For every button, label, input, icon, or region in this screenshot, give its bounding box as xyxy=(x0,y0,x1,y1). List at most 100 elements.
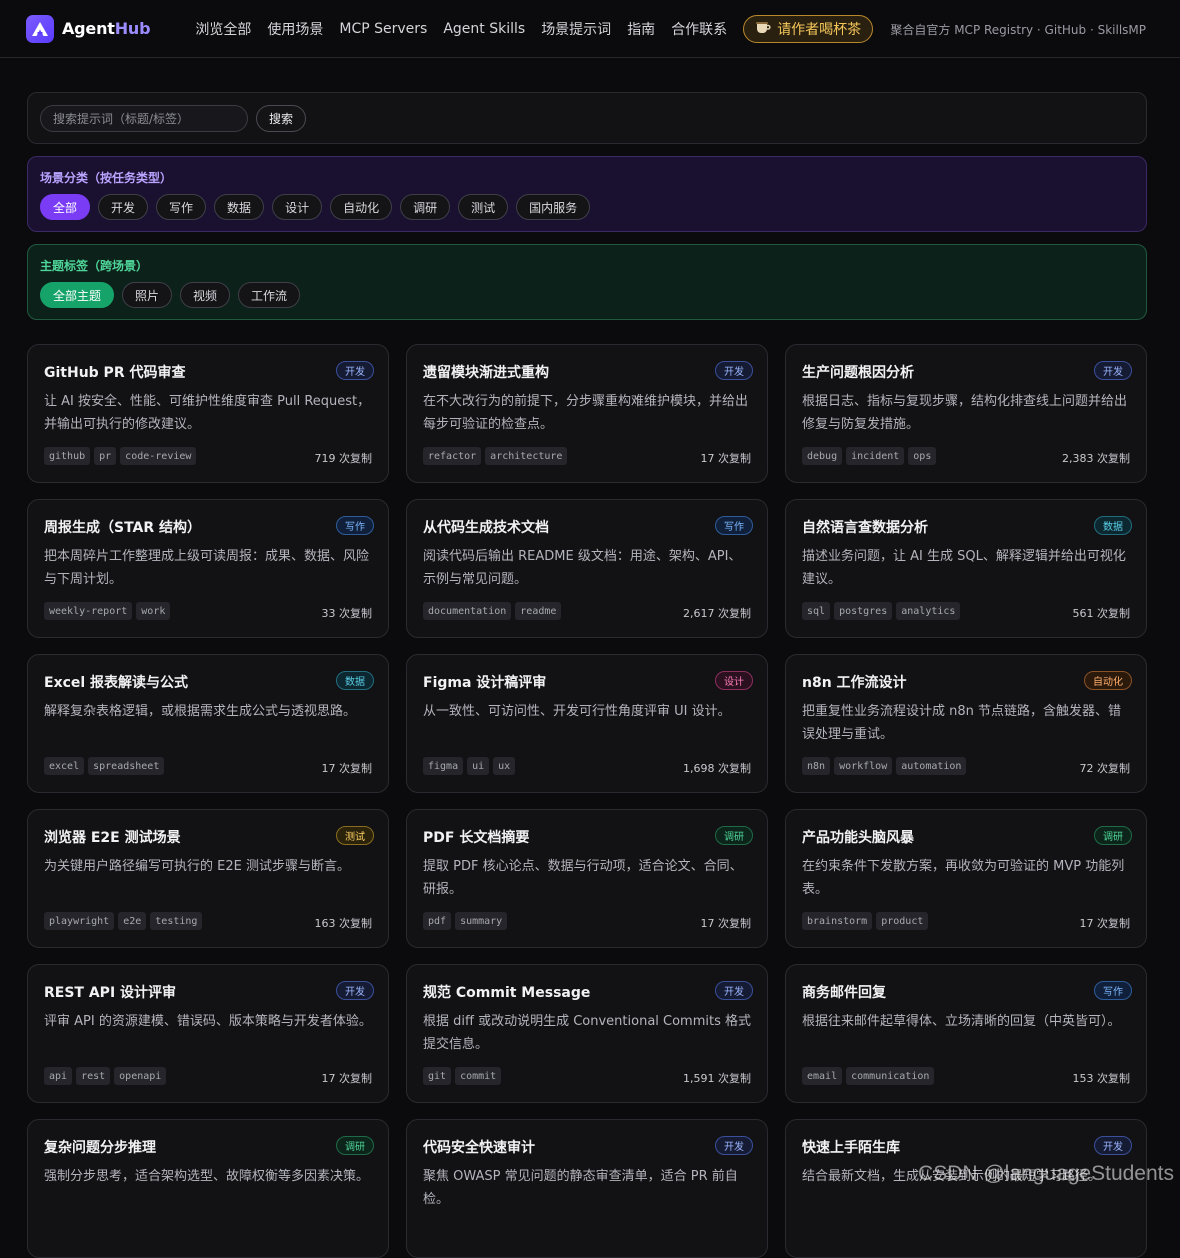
prompt-card[interactable]: 规范 Commit Message 开发 根据 diff 或改动说明生成 Conve… xyxy=(406,964,768,1103)
tag[interactable]: postgres xyxy=(834,602,893,620)
tag[interactable]: pdf xyxy=(423,912,452,930)
tag[interactable]: workflow xyxy=(834,757,893,775)
tag[interactable]: code-review xyxy=(120,447,197,465)
tag[interactable]: email xyxy=(802,1067,843,1085)
prompt-card[interactable]: 生产问题根因分析 开发 根据日志、指标与复现步骤，结构化排查线上问题并给出修复与防复… xyxy=(785,344,1147,483)
prompt-card[interactable]: 产品功能头脑风暴 调研 在约束条件下发散方案，再收敛为可验证的 MVP 功能列表。 b… xyxy=(785,809,1147,948)
prompt-card[interactable]: 代码安全快速审计 开发 聚焦 OWASP 常见问题的静态审查清单，适合 PR 前自检… xyxy=(406,1119,768,1258)
tag[interactable]: commit xyxy=(455,1067,502,1085)
prompt-card[interactable]: REST API 设计评审 开发 评审 API 的资源建模、错误码、版本策略与开发者… xyxy=(27,964,389,1103)
tag[interactable]: playwright xyxy=(44,912,115,930)
tag[interactable]: product xyxy=(876,912,929,930)
card-description: 让 AI 按安全、性能、可维护性维度审查 Pull Request，并输出可执行… xyxy=(44,394,371,432)
nav-use-cases[interactable]: 使用场景 xyxy=(267,19,323,39)
tag[interactable]: brainstorm xyxy=(802,912,873,930)
nav-browse-all[interactable]: 浏览全部 xyxy=(195,19,251,39)
card-description: 把重复性业务流程设计成 n8n 节点链路，含触发器、错误处理与重试。 xyxy=(802,704,1122,742)
scene-filter-panel: 场景分类（按任务类型） 全部 开发 写作 数据 设计 自动化 调研 测试 国内服… xyxy=(27,156,1147,232)
tag[interactable]: ops xyxy=(908,447,937,465)
tag[interactable]: testing xyxy=(150,912,203,930)
tag-list: debug incident ops xyxy=(802,447,937,465)
tag[interactable]: readme xyxy=(515,602,562,620)
tag[interactable]: rest xyxy=(76,1067,111,1085)
tag[interactable]: work xyxy=(136,602,171,620)
prompt-card[interactable]: 遗留模块渐进式重构 开发 在不大改行为的前提下，分步骤重构难维护模块，并给出每步可验… xyxy=(406,344,768,483)
card-title: 代码安全快速审计 xyxy=(423,1140,535,1156)
card-description: 在不大改行为的前提下，分步骤重构难维护模块，并给出每步可验证的检查点。 xyxy=(423,394,749,432)
scene-chip-design[interactable]: 设计 xyxy=(272,194,323,220)
tag[interactable]: git xyxy=(423,1067,452,1085)
search-button[interactable]: 搜索 xyxy=(256,105,306,132)
tag[interactable]: ui xyxy=(467,757,490,775)
search-input[interactable] xyxy=(40,105,248,132)
scene-chip-dev[interactable]: 开发 xyxy=(98,194,149,220)
prompt-card[interactable]: PDF 长文档摘要 调研 提取 PDF 核心论点、数据与行动项，适合论文、合同、研报… xyxy=(406,809,768,948)
prompt-card[interactable]: 浏览器 E2E 测试场景 测试 为关键用户路径编写可执行的 E2E 测试步骤与断言。… xyxy=(27,809,389,948)
tag[interactable]: summary xyxy=(455,912,508,930)
tag[interactable]: weekly-report xyxy=(44,602,133,620)
prompt-card[interactable]: 复杂问题分步推理 调研 强制分步思考，适合架构选型、故障权衡等多因素决策。 xyxy=(27,1119,389,1258)
sources-note: 聚合自官方 MCP Registry · GitHub · SkillsMP xyxy=(890,23,1146,37)
prompt-card[interactable]: 商务邮件回复 写作 根据往来邮件起草得体、立场清晰的回复（中英皆可）。 email co… xyxy=(785,964,1147,1103)
tag[interactable]: n8n xyxy=(802,757,831,775)
tag[interactable]: ux xyxy=(493,757,516,775)
copy-count: 1,698 次复制 xyxy=(683,762,751,775)
topic-chip-photo[interactable]: 照片 xyxy=(122,282,173,308)
category-badge: 数据 xyxy=(336,671,374,690)
category-badge: 开发 xyxy=(1094,361,1132,380)
prompt-card[interactable]: 自然语言查数据分析 数据 描述业务问题，让 AI 生成 SQL、解释逻辑并给出可视化… xyxy=(785,499,1147,638)
card-title: 产品功能头脑风暴 xyxy=(802,830,914,846)
prompt-card[interactable]: Figma 设计稿评审 设计 从一致性、可访问性、开发可行性角度评审 UI 设计。 f… xyxy=(406,654,768,793)
copy-count: 163 次复制 xyxy=(314,917,373,930)
card-description: 聚焦 OWASP 常见问题的静态审查清单，适合 PR 前自检。 xyxy=(423,1169,738,1207)
tag[interactable]: communication xyxy=(846,1067,935,1085)
copy-count: 17 次复制 xyxy=(700,452,752,465)
scene-chip-data[interactable]: 数据 xyxy=(214,194,265,220)
tag-list: refactor architecture xyxy=(423,447,568,465)
tag[interactable]: automation xyxy=(896,757,967,775)
scene-chip-research[interactable]: 调研 xyxy=(400,194,451,220)
tag[interactable]: debug xyxy=(802,447,843,465)
nav-scene-prompts[interactable]: 场景提示词 xyxy=(541,19,611,39)
tag[interactable]: github xyxy=(44,447,91,465)
topic-chip-video[interactable]: 视频 xyxy=(180,282,231,308)
scene-chip-all[interactable]: 全部 xyxy=(40,194,91,220)
card-description: 从一致性、可访问性、开发可行性角度评审 UI 设计。 xyxy=(423,704,731,719)
copy-count: 17 次复制 xyxy=(321,762,373,775)
nav-agent-skills[interactable]: Agent Skills xyxy=(443,21,525,37)
nav-contact[interactable]: 合作联系 xyxy=(671,19,727,39)
tag-list: playwright e2e testing xyxy=(44,912,203,930)
nav-guide[interactable]: 指南 xyxy=(627,19,655,39)
prompt-card[interactable]: n8n 工作流设计 自动化 把重复性业务流程设计成 n8n 节点链路，含触发器、错误… xyxy=(785,654,1147,793)
nav-mcp-servers[interactable]: MCP Servers xyxy=(339,21,427,37)
scene-chip-domestic[interactable]: 国内服务 xyxy=(516,194,591,220)
topic-chip-workflow[interactable]: 工作流 xyxy=(238,282,301,308)
prompt-card[interactable]: 从代码生成技术文档 写作 阅读代码后输出 README 级文档：用途、架构、API、… xyxy=(406,499,768,638)
prompt-card[interactable]: 周报生成（STAR 结构） 写作 把本周碎片工作整理成上级可读周报：成果、数据、风险… xyxy=(27,499,389,638)
tag[interactable]: documentation xyxy=(423,602,512,620)
scene-chip-automation[interactable]: 自动化 xyxy=(330,194,393,220)
category-badge: 调研 xyxy=(1094,826,1132,845)
tag[interactable]: excel xyxy=(44,757,85,775)
tag[interactable]: refactor xyxy=(423,447,482,465)
tag[interactable]: sql xyxy=(802,602,831,620)
category-badge: 开发 xyxy=(715,981,753,1000)
tag[interactable]: e2e xyxy=(118,912,147,930)
tag[interactable]: openapi xyxy=(114,1067,167,1085)
tag[interactable]: api xyxy=(44,1067,73,1085)
prompt-card[interactable]: Excel 报表解读与公式 数据 解释复杂表格逻辑，或根据需求生成公式与透视思路。 e… xyxy=(27,654,389,793)
scene-chip-writing[interactable]: 写作 xyxy=(156,194,207,220)
buy-tea-button[interactable]: 请作者喝杯茶 xyxy=(743,14,874,43)
tag[interactable]: pr xyxy=(94,447,117,465)
tag[interactable]: spreadsheet xyxy=(88,757,165,775)
scene-chip-testing[interactable]: 测试 xyxy=(458,194,509,220)
tag[interactable]: incident xyxy=(846,447,905,465)
tag[interactable]: architecture xyxy=(485,447,568,465)
prompt-card[interactable]: 快速上手陌生库 开发 结合最新文档，生成从安装到示例的最短学习路径。 xyxy=(785,1119,1147,1258)
topic-chip-all[interactable]: 全部主题 xyxy=(40,282,115,308)
tag[interactable]: figma xyxy=(423,757,464,775)
brand-logo[interactable]: AgentHub xyxy=(26,14,151,43)
tag[interactable]: analytics xyxy=(896,602,961,620)
prompt-card[interactable]: GitHub PR 代码审查 开发让 AI 按安全、性能、可维护性维度审查 Pul… xyxy=(27,344,389,483)
card-title: 快速上手陌生库 xyxy=(802,1140,900,1156)
